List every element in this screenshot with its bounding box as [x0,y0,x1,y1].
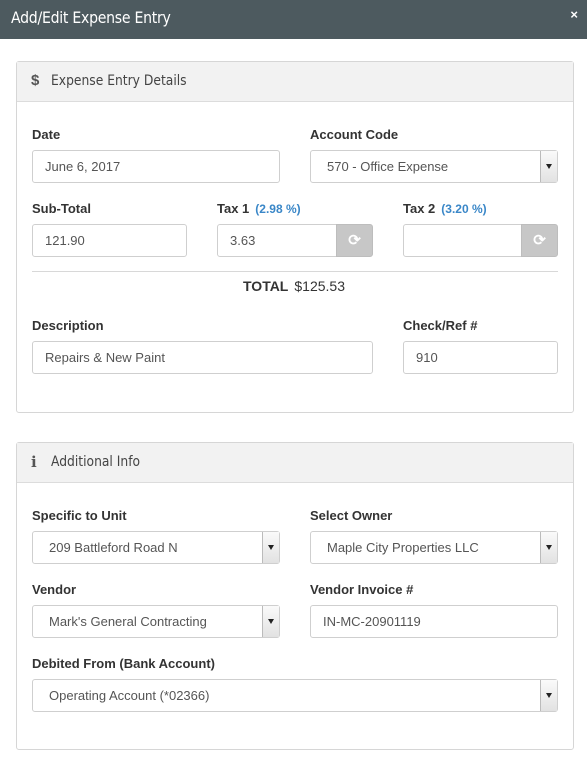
tax1-label: Tax 1 (2.98 %) [217,201,301,216]
owner-label: Select Owner [310,508,393,523]
unit-value: 209 Battleford Road N [49,540,178,555]
description-input[interactable]: Repairs & New Paint [32,341,373,374]
tax1-label-text: Tax 1 [217,201,250,216]
vendor-label: Vendor [32,582,77,597]
dialog-titlebar: Add/Edit Expense Entry × [0,0,587,39]
close-icon[interactable]: × [570,7,578,22]
refresh-icon: ⟳ [348,232,361,249]
tax2-input[interactable] [403,224,522,257]
refresh-icon: ⟳ [533,232,546,249]
account-code-value: 570 - Office Expense [327,159,449,174]
account-code-select[interactable]: 570 - Office Expense [310,150,558,183]
tax2-label: Tax 2 (3.20 %) [403,201,487,216]
vendor-invoice-label: Vendor Invoice # [310,582,414,597]
check-ref-input[interactable]: 910 [403,341,558,374]
date-label: Date [32,127,61,142]
chevron-down-icon[interactable] [262,606,279,637]
unit-label: Specific to Unit [32,508,127,523]
tax1-recalc-button[interactable]: ⟳ [336,224,373,257]
owner-value: Maple City Properties LLC [327,540,479,555]
vendor-select[interactable]: Mark's General Contracting [32,605,280,638]
total-divider [32,271,558,272]
total-line: TOTAL $125.53 [243,278,345,294]
account-code-label: Account Code [310,127,399,142]
chevron-down-icon[interactable] [540,680,557,711]
bank-account-value: Operating Account (*02366) [49,688,210,703]
chevron-down-icon[interactable] [540,532,557,563]
chevron-down-icon[interactable] [262,532,279,563]
additional-info-header: i Additional Info [17,443,573,483]
vendor-invoice-input[interactable]: IN-MC-20901119 [310,605,558,638]
vendor-value: Mark's General Contracting [49,614,207,629]
owner-select[interactable]: Maple City Properties LLC [310,531,558,564]
tax1-rate: (2.98 %) [255,202,301,216]
total-label: TOTAL [243,278,289,294]
expense-details-header: $ Expense Entry Details [17,62,573,102]
subtotal-label: Sub-Total [32,201,91,216]
subtotal-input[interactable]: 121.90 [32,224,187,257]
info-icon: i [31,453,37,471]
unit-select[interactable]: 209 Battleford Road N [32,531,280,564]
tax1-input[interactable]: 3.63 [217,224,337,257]
bank-account-label: Debited From (Bank Account) [32,656,215,671]
expense-details-title: Expense Entry Details [51,73,187,89]
bank-account-select[interactable]: Operating Account (*02366) [32,679,558,712]
tax2-rate: (3.20 %) [441,202,487,216]
check-ref-label: Check/Ref # [403,318,478,333]
date-input[interactable]: June 6, 2017 [32,150,280,183]
chevron-down-icon[interactable] [540,151,557,182]
description-label: Description [32,318,104,333]
tax2-label-text: Tax 2 [403,201,436,216]
dollar-icon: $ [31,72,40,89]
additional-info-title: Additional Info [51,454,141,470]
tax2-recalc-button[interactable]: ⟳ [521,224,558,257]
dialog-title: Add/Edit Expense Entry [11,8,171,27]
total-value: $125.53 [294,278,345,294]
